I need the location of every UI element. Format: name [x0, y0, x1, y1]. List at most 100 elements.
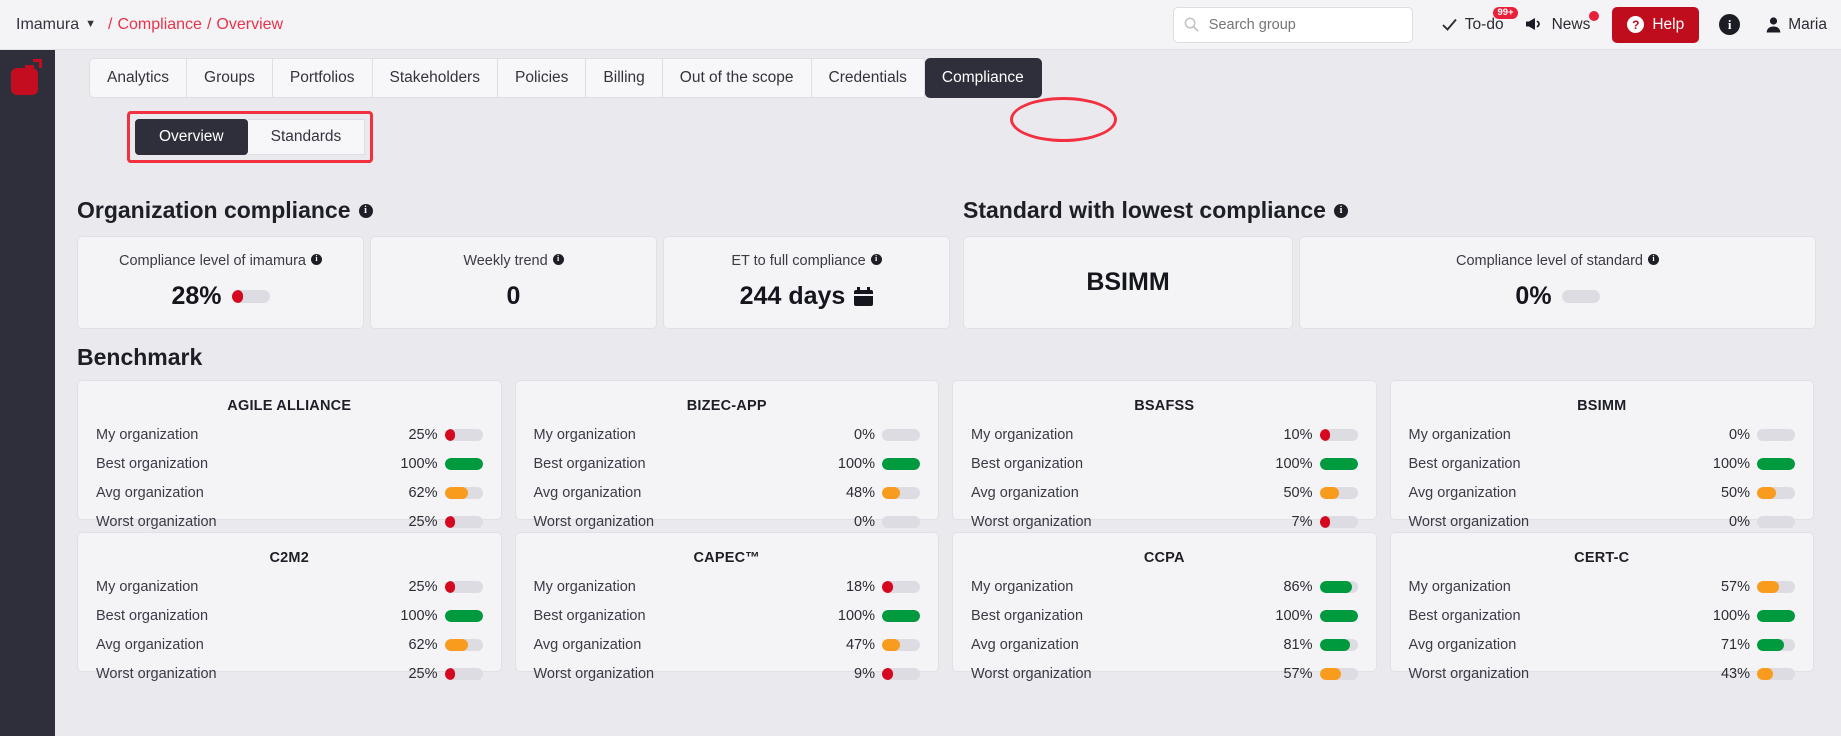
benchmark-row-label: Worst organization [971, 514, 1092, 530]
benchmark-row-label: Avg organization [1408, 485, 1517, 501]
tab-policies[interactable]: Policies [497, 58, 587, 98]
benchmark-card[interactable]: C2M2 My organization 25% Best organization 1… [77, 532, 502, 682]
kpi-label-text: Compliance level of imamura [119, 252, 306, 269]
benchmark-card[interactable]: CCPA My organization 86% Best organization 1… [952, 532, 1377, 682]
breadcrumb-item-overview[interactable]: Overview [216, 16, 283, 34]
benchmark-row-percent: 57% [1720, 579, 1750, 595]
benchmark-progress-bar [444, 487, 483, 499]
org-kpi-card: Compliance level of imamura i 28% [77, 236, 364, 329]
benchmark-card[interactable]: BSAFSS My organization 10% Best organizatio… [952, 380, 1377, 530]
benchmark-row: Worst organization 25% [96, 666, 483, 682]
tab-groups[interactable]: Groups [187, 58, 273, 98]
tab-credentials[interactable]: Credentials [811, 58, 925, 98]
user-menu[interactable]: Maria [1766, 16, 1827, 34]
benchmark-card[interactable]: CERT-C My organization 57% Best organizatio… [1389, 532, 1814, 682]
benchmark-card[interactable]: BIZEC-APP My organization 0% Best organizat… [514, 380, 939, 530]
benchmark-progress-bar [882, 639, 920, 651]
benchmark-row-percent: 0% [1729, 427, 1750, 443]
benchmark-row: Worst organization 43% [1409, 666, 1795, 682]
compliance-overview-page: Imamura ▼ / Compliance / Overview To-do … [0, 0, 1841, 736]
benchmark-progress-bar [1319, 668, 1358, 680]
subtab-standards[interactable]: Standards [247, 119, 366, 155]
benchmark-row: Avg organization 50% [1408, 485, 1795, 501]
benchmark-row-percent: 62% [408, 637, 438, 653]
help-button[interactable]: ? Help [1612, 6, 1700, 43]
benchmark-row: Avg organization 50% [971, 485, 1358, 501]
benchmark-row-percent: 100% [837, 608, 875, 624]
benchmark-card[interactable]: BSIMM My organization 0% Best organization 1… [1389, 380, 1814, 530]
benchmark-row: Best organization 100% [1408, 456, 1795, 472]
benchmark-progress-bar [1757, 610, 1795, 622]
benchmark-card-title: BIZEC-APP [686, 398, 767, 414]
info-icon[interactable]: i [310, 253, 322, 265]
breadcrumb-separator-1: / [108, 15, 113, 33]
todo-nav-item[interactable]: To-do 99+ [1441, 6, 1518, 34]
benchmark-row-label: Worst organization [533, 666, 655, 682]
kpi-value: 28% [171, 282, 270, 311]
secondary-tab-bar: Overview Standards [135, 119, 366, 155]
benchmark-row-label: Best organization [971, 608, 1084, 624]
chevron-down-icon[interactable]: ▼ [85, 19, 96, 30]
benchmark-row: Worst organization 9% [533, 666, 920, 682]
benchmark-progress-bar [882, 516, 920, 528]
app-logo-icon[interactable] [10, 59, 45, 96]
info-icon[interactable]: i [1333, 203, 1348, 218]
tab-analytics[interactable]: Analytics [89, 58, 188, 98]
benchmark-row: Worst organization 7% [971, 514, 1358, 530]
section-title-standard-lowest-compliance: Standard with lowest compliance i [963, 197, 1348, 224]
info-icon[interactable]: i [358, 203, 373, 218]
benchmark-card-title: CCPA [1143, 550, 1185, 566]
breadcrumb-org[interactable]: Imamura [16, 16, 79, 34]
benchmark-row-label: Best organization [1408, 608, 1521, 624]
section-title-text: Standard with lowest compliance [963, 197, 1326, 223]
left-sidebar [0, 50, 55, 736]
benchmark-card[interactable]: AGILE ALLIANCE My organization 25% Best org… [77, 380, 502, 530]
benchmark-progress-bar [882, 668, 920, 680]
benchmark-card[interactable]: CAPEC™ My organization 18% Best organizatio… [514, 532, 939, 682]
benchmark-row-percent: 9% [854, 666, 875, 682]
question-mark-icon: ? [1627, 16, 1645, 33]
search-group-box[interactable] [1172, 6, 1413, 43]
benchmark-row-percent: 81% [1283, 637, 1313, 653]
search-input[interactable] [1208, 16, 1402, 33]
tab-compliance[interactable]: Compliance [924, 58, 1042, 98]
benchmark-row-percent: 100% [1712, 608, 1750, 624]
info-icon[interactable]: i [552, 253, 564, 265]
benchmark-row-percent: 7% [1291, 514, 1313, 530]
kpi-value-text: 0% [1515, 282, 1552, 311]
benchmark-row-label: Best organization [971, 456, 1084, 472]
tab-billing[interactable]: Billing [586, 58, 663, 98]
info-icon[interactable]: i [1648, 253, 1659, 265]
info-icon[interactable]: i [1719, 14, 1741, 35]
tab-out-of-the-scope[interactable]: Out of the scope [662, 58, 812, 98]
kpi-label: Weekly trend i [463, 253, 564, 269]
user-name-label: Maria [1788, 15, 1827, 33]
benchmark-row-percent: 86% [1283, 579, 1313, 595]
org-kpi-card: ET to full compliance i 244 days [663, 236, 950, 329]
organization-kpi-row: Compliance level of imamura i 28% Weekly tr… [77, 236, 950, 329]
info-icon[interactable]: i [870, 253, 882, 265]
benchmark-progress-bar [1757, 668, 1795, 680]
check-icon [1441, 16, 1458, 33]
benchmark-row-label: My organization [971, 427, 1074, 443]
subtab-overview[interactable]: Overview [135, 119, 248, 155]
benchmark-progress-bar [882, 581, 920, 593]
breadcrumb-item-compliance[interactable]: Compliance [117, 16, 201, 34]
benchmark-row: Avg organization 71% [1408, 637, 1795, 653]
benchmark-progress-bar [882, 610, 920, 622]
tab-portfolios[interactable]: Portfolios [272, 58, 373, 98]
benchmark-row-label: My organization [533, 427, 636, 443]
main-content: Analytics Groups Portfolios Stakeholders Pol… [55, 50, 1841, 736]
benchmark-row-label: Avg organization [1408, 637, 1517, 653]
tab-stakeholders[interactable]: Stakeholders [372, 58, 498, 98]
benchmark-row-label: Worst organization [96, 666, 217, 682]
standard-kpi-card: BSIMM [963, 236, 1293, 329]
benchmark-row-label: My organization [1408, 579, 1511, 595]
news-nav-item[interactable]: News [1525, 10, 1600, 34]
benchmark-row-percent: 0% [854, 427, 875, 443]
benchmark-row-percent: 10% [1283, 427, 1313, 443]
benchmark-row-percent: 48% [845, 485, 875, 501]
benchmark-row: Avg organization 81% [971, 637, 1358, 653]
benchmark-row: My organization 25% [96, 427, 483, 443]
benchmark-row-label: Best organization [1408, 456, 1521, 472]
